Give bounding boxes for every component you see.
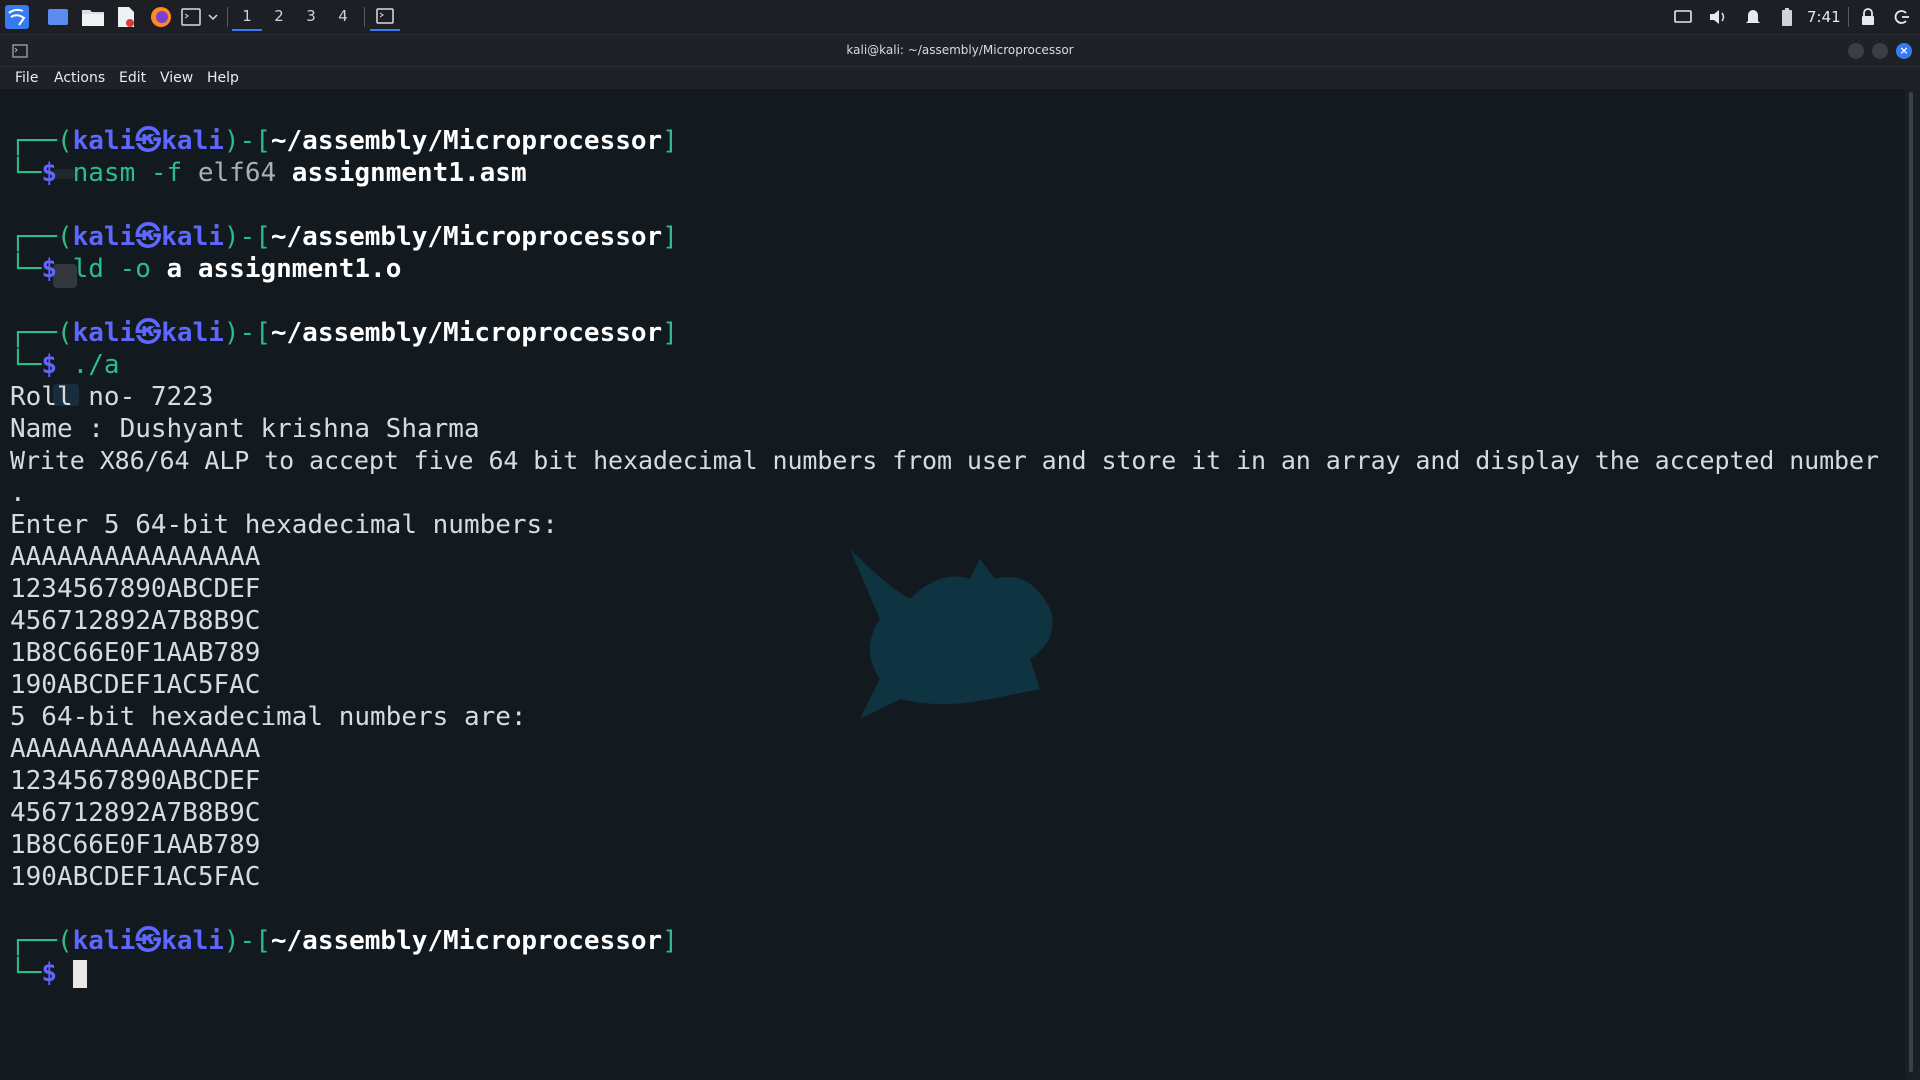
menu-actions[interactable]: Actions <box>54 67 105 89</box>
notification-bell-icon[interactable] <box>1742 5 1764 29</box>
top-panel: 1 2 3 4 7:41 <box>0 0 1920 35</box>
output-line: . <box>10 478 26 508</box>
maximize-button[interactable] <box>1872 43 1888 59</box>
output-line: AAAAAAAAAAAAAAAA <box>10 542 261 572</box>
kali-dragon-watermark <box>850 549 1053 719</box>
panel-separator <box>1848 7 1849 27</box>
firefox-icon[interactable] <box>148 5 174 29</box>
menu-help[interactable]: Help <box>207 67 239 89</box>
command-line: └─$ nasm -f elf64 assignment1.asm <box>10 158 527 188</box>
output-line: 190ABCDEF1AC5FAC <box>10 862 261 892</box>
desktop-icon[interactable] <box>46 5 70 29</box>
kali-menu-icon[interactable] <box>4 5 30 29</box>
close-button[interactable]: × <box>1896 43 1912 59</box>
output-line: Write X86/64 ALP to accept five 64 bit h… <box>10 446 1879 475</box>
command-line: └─$ ./a <box>10 350 120 380</box>
window-titlebar[interactable]: kali@kali: ~/assembly/Microprocessor × <box>0 35 1920 67</box>
output-line: Enter 5 64-bit hexadecimal numbers: <box>10 510 558 540</box>
input-line[interactable]: └─$ <box>10 957 87 989</box>
output-line: 5 64-bit hexadecimal numbers are: <box>10 702 527 732</box>
prompt-line: ┌──(kali㉿kali)-[~/assembly/Microprocesso… <box>10 222 678 252</box>
battery-icon[interactable] <box>1776 5 1798 29</box>
workspace-1[interactable]: 1 <box>232 3 262 31</box>
workspace-2[interactable]: 2 <box>264 3 294 29</box>
menu-file[interactable]: File <box>15 67 38 89</box>
logout-icon[interactable] <box>1892 5 1912 29</box>
menu-edit[interactable]: Edit <box>119 67 146 89</box>
prompt-line: ┌──(kali㉿kali)-[~/assembly/Microprocesso… <box>10 126 678 156</box>
output-line: 1234567890ABCDEF <box>10 766 261 796</box>
prompt-line: ┌──(kali㉿kali)-[~/assembly/Microprocesso… <box>10 318 678 348</box>
output-line: AAAAAAAAAAAAAAAA <box>10 734 261 764</box>
text-cursor <box>72 959 87 988</box>
chevron-down-icon[interactable] <box>207 5 219 29</box>
file-manager-icon[interactable] <box>80 5 106 29</box>
scrollbar-thumb[interactable] <box>1909 92 1913 1072</box>
output-line: 190ABCDEF1AC5FAC <box>10 670 261 700</box>
taskbar-terminal-window[interactable] <box>370 3 400 31</box>
window-title: kali@kali: ~/assembly/Microprocessor <box>846 43 1074 57</box>
command-line: └─$ ld -o a assignment1.o <box>10 254 402 284</box>
output-line: Name : Dushyant krishna Sharma <box>10 414 480 444</box>
clock[interactable]: 7:41 <box>1807 0 1841 34</box>
workspace-4[interactable]: 4 <box>328 3 358 29</box>
output-line: 1B8C66E0F1AAB789 <box>10 830 261 860</box>
minimize-button[interactable] <box>1848 43 1864 59</box>
menu-view[interactable]: View <box>160 67 193 89</box>
terminal-launcher-icon[interactable] <box>180 5 202 29</box>
volume-icon[interactable] <box>1706 5 1730 29</box>
panel-separator <box>364 7 365 27</box>
lock-icon[interactable] <box>1858 5 1878 29</box>
display-icon[interactable] <box>1672 5 1694 29</box>
output-line: 1B8C66E0F1AAB789 <box>10 638 261 668</box>
output-line: 456712892A7B8B9C <box>10 798 261 828</box>
output-line: 456712892A7B8B9C <box>10 606 261 636</box>
output-line: Roll no- 7223 <box>10 382 214 412</box>
text-editor-icon[interactable] <box>114 5 138 29</box>
output-line: 1234567890ABCDEF <box>10 574 261 604</box>
menu-bar: File Actions Edit View Help <box>0 67 1920 89</box>
prompt-line: ┌──(kali㉿kali)-[~/assembly/Microprocesso… <box>10 926 678 956</box>
panel-separator <box>227 7 228 27</box>
workspace-3[interactable]: 3 <box>296 3 326 29</box>
